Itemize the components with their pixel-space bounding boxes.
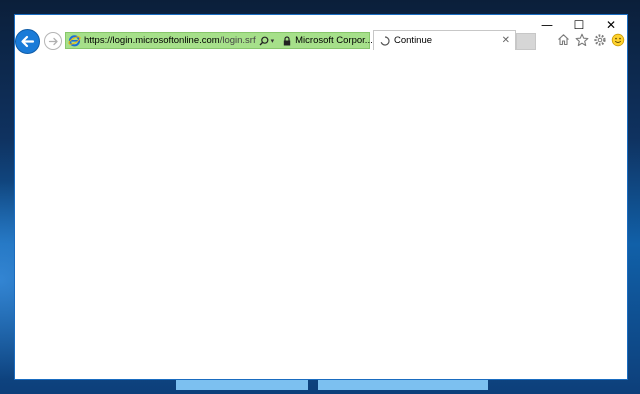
address-bar[interactable]: https://login.microsoftonline.com/login.…: [65, 32, 381, 49]
feedback-smiley-icon[interactable]: [610, 32, 625, 47]
tab-close-icon[interactable]: ✕: [502, 35, 510, 46]
loading-spinner-icon: [379, 35, 390, 46]
address-dropdown-icon[interactable]: ▾: [271, 37, 275, 45]
url-path: /login.srf: [219, 35, 256, 46]
new-tab-button[interactable]: [516, 33, 536, 50]
toolbar-icons: [556, 32, 625, 47]
tab-continue[interactable]: Continue ✕: [373, 30, 516, 50]
browser-window: — ☐ ✕ https://login.microsoftonline.com …: [14, 14, 628, 380]
navigation-bar: https://login.microsoftonline.com/login.…: [15, 29, 627, 55]
lock-icon[interactable]: [283, 35, 291, 46]
url-host: https://login.microsoftonline.com: [84, 35, 220, 46]
settings-gear-icon[interactable]: [592, 32, 607, 47]
forward-button[interactable]: [44, 32, 62, 50]
internet-explorer-icon: [68, 34, 81, 47]
forward-arrow-icon: [48, 37, 58, 45]
back-button[interactable]: [15, 29, 40, 54]
page-content[interactable]: [15, 55, 627, 379]
tab-title: Continue: [394, 35, 433, 46]
back-arrow-icon: [21, 35, 35, 48]
favorites-star-icon[interactable]: [574, 32, 589, 47]
certificate-identity[interactable]: Microsoft Corpor...: [295, 35, 373, 46]
home-icon[interactable]: [556, 32, 571, 47]
search-icon[interactable]: [259, 36, 269, 46]
